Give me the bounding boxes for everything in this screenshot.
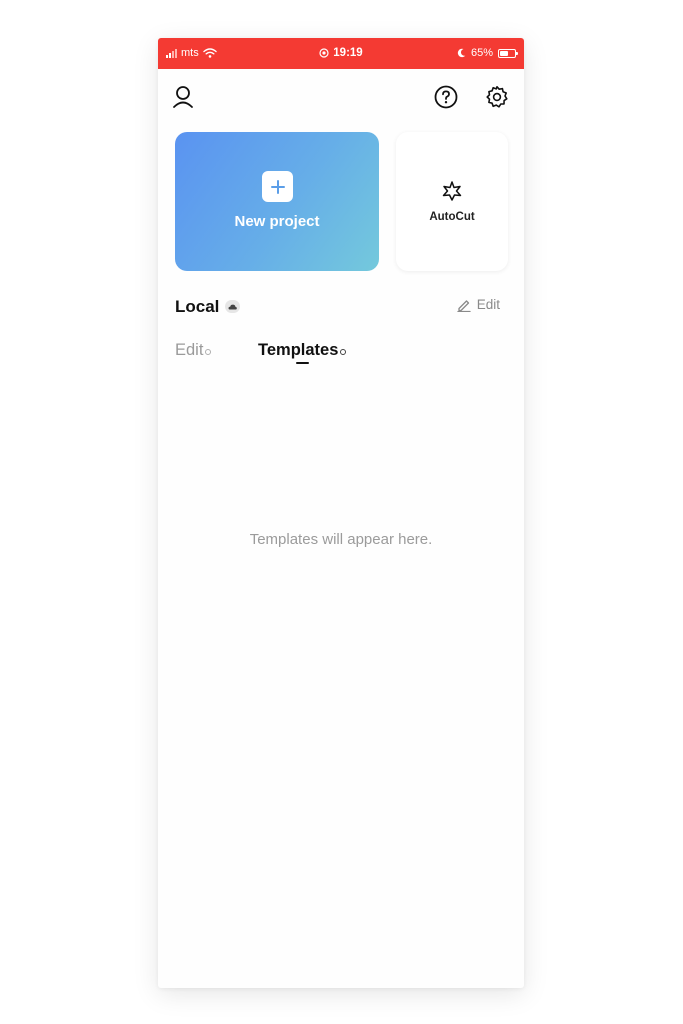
settings-icon[interactable] [484,84,510,110]
tab-active-indicator [296,362,309,364]
tab-templates[interactable]: Templates [258,341,347,360]
help-icon[interactable] [433,84,459,110]
tab-edit[interactable]: Edit [175,341,212,360]
autocut-star-icon [442,181,462,201]
status-right: 65% [457,47,518,59]
location-icon [319,48,329,58]
local-section-title: Local [175,297,220,316]
battery-percent: 65% [470,47,493,59]
edit-button[interactable]: Edit [457,297,500,312]
tab-edit-label: Edit [175,341,204,359]
new-project-card[interactable]: New project [175,132,379,271]
tab-templates-label: Templates [258,341,339,359]
autocut-card[interactable]: AutoCut [396,132,508,271]
tab-templates-dot [340,349,347,355]
empty-state-message: Templates will appear here. [249,531,433,548]
status-bar: mts 19:19 65% [158,38,524,69]
profile-icon[interactable] [170,84,196,110]
autocut-label: AutoCut [429,211,475,223]
battery-icon [498,48,518,58]
tab-edit-dot [205,349,212,355]
plus-icon [262,171,293,202]
pencil-icon [457,299,471,312]
edit-button-label: Edit [476,297,500,312]
status-time: 19:19 [333,47,363,59]
moon-icon [457,48,466,58]
new-project-label: New project [234,213,320,230]
app-screen: mts 19:19 65% New project AutoCut Local … [158,38,524,988]
battery-fill [500,50,509,56]
cloud-icon[interactable] [225,300,240,313]
